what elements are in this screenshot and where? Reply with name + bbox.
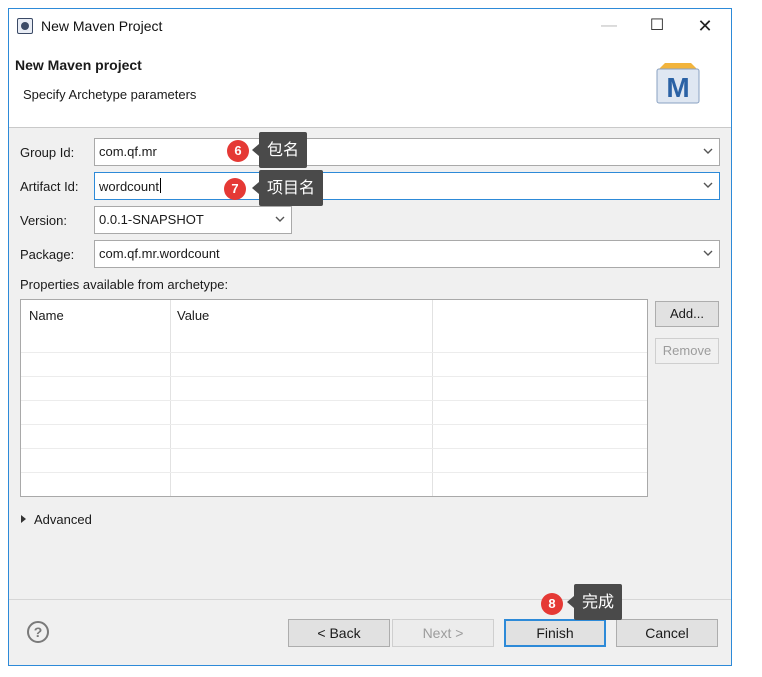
text-cursor xyxy=(159,178,161,193)
annotation-badge-8: 8 xyxy=(541,593,563,615)
title-bar: New Maven Project — ☐ ✕ xyxy=(9,9,731,43)
dropdown-icon[interactable] xyxy=(701,144,715,158)
wizard-title: New Maven project xyxy=(15,57,142,73)
column-header-name[interactable]: Name xyxy=(29,308,64,323)
minimize-icon[interactable]: — xyxy=(589,13,629,39)
annotation-badge-6: 6 xyxy=(227,140,249,162)
dropdown-icon[interactable] xyxy=(273,212,287,226)
wizard-banner: New Maven project Specify Archetype para… xyxy=(9,43,731,128)
close-icon[interactable]: ✕ xyxy=(685,13,725,39)
dropdown-icon[interactable] xyxy=(701,246,715,260)
remove-property-button[interactable]: Remove xyxy=(655,338,719,364)
table-row-divider xyxy=(21,376,647,377)
version-select[interactable]: 0.0.1-SNAPSHOT xyxy=(94,206,292,234)
table-row-divider xyxy=(21,424,647,425)
add-property-button[interactable]: Add... xyxy=(655,301,719,327)
package-label: Package: xyxy=(20,247,75,262)
table-row-divider xyxy=(21,400,647,401)
add-property-label: Add... xyxy=(670,306,704,321)
package-field[interactable]: com.qf.mr.wordcount xyxy=(94,240,720,268)
finish-button[interactable]: Finish xyxy=(504,619,606,647)
back-button[interactable]: < Back xyxy=(288,619,390,647)
next-button[interactable]: Next > xyxy=(392,619,494,647)
wizard-subtitle: Specify Archetype parameters xyxy=(23,87,197,102)
annotation-callout-6: 包名 xyxy=(251,132,308,168)
table-row-divider xyxy=(21,448,647,449)
window-title: New Maven Project xyxy=(41,18,163,34)
column-divider xyxy=(432,300,433,496)
column-header-value[interactable]: Value xyxy=(177,308,209,323)
dialog-window: New Maven Project — ☐ ✕ New Maven projec… xyxy=(8,8,732,666)
maven-logo-letter: M xyxy=(666,72,689,103)
table-row-divider xyxy=(21,352,647,353)
artifact-id-value: wordcount xyxy=(99,179,159,194)
table-row-divider xyxy=(21,472,647,473)
footer-divider xyxy=(9,599,731,600)
cancel-button[interactable]: Cancel xyxy=(616,619,718,647)
version-value: 0.0.1-SNAPSHOT xyxy=(99,212,204,227)
annotation-callout-7: 项目名 xyxy=(251,170,324,206)
annotation-callout-8: 完成 xyxy=(566,584,623,620)
maven-logo: M xyxy=(656,63,700,104)
advanced-label: Advanced xyxy=(34,512,92,527)
advanced-toggle[interactable]: Advanced xyxy=(21,512,92,527)
column-divider xyxy=(170,300,171,496)
annotation-badge-7: 7 xyxy=(224,178,246,200)
dropdown-icon[interactable] xyxy=(701,178,715,192)
group-id-value: com.qf.mr xyxy=(99,144,157,159)
artifact-id-field[interactable]: wordcount xyxy=(94,172,720,200)
properties-label: Properties available from archetype: xyxy=(20,277,229,292)
version-label: Version: xyxy=(20,213,67,228)
package-value: com.qf.mr.wordcount xyxy=(99,246,220,261)
maximize-icon[interactable]: ☐ xyxy=(637,13,677,39)
artifact-id-label: Artifact Id: xyxy=(20,179,79,194)
group-id-label: Group Id: xyxy=(20,145,75,160)
expand-triangle-icon xyxy=(21,515,26,523)
properties-table[interactable]: Name Value xyxy=(20,299,648,497)
group-id-field[interactable]: com.qf.mr xyxy=(94,138,720,166)
remove-property-label: Remove xyxy=(662,343,712,358)
help-icon[interactable]: ? xyxy=(27,621,49,643)
app-icon xyxy=(17,18,33,34)
